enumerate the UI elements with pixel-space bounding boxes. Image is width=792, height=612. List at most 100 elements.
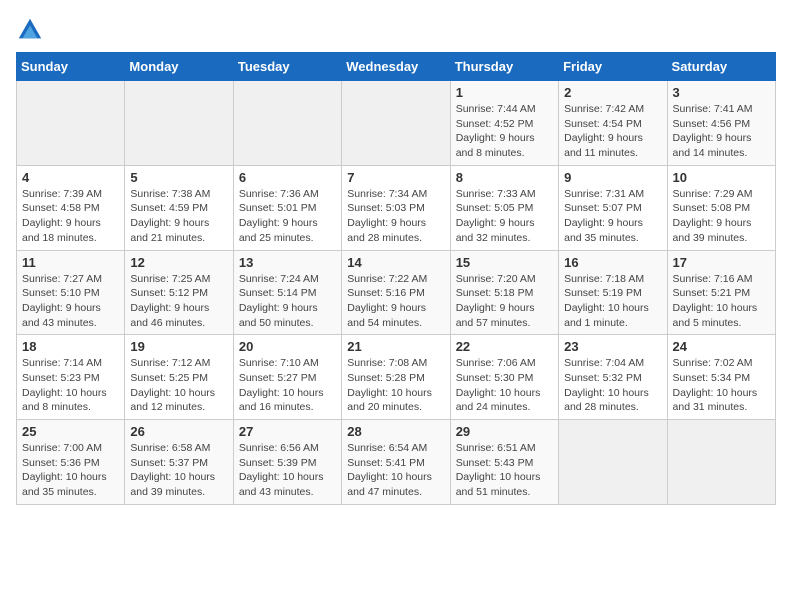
day-number: 1 xyxy=(456,85,553,100)
calendar-cell: 1 Sunrise: 7:44 AM Sunset: 4:52 PM Daylig… xyxy=(450,81,558,166)
day-info: Sunrise: 7:42 AM Sunset: 4:54 PM Dayligh… xyxy=(564,102,661,161)
day-number: 29 xyxy=(456,424,553,439)
day-info: Sunrise: 6:54 AM Sunset: 5:41 PM Dayligh… xyxy=(347,441,444,500)
day-info: Sunrise: 7:39 AM Sunset: 4:58 PM Dayligh… xyxy=(22,187,119,246)
calendar-cell: 29 Sunrise: 6:51 AM Sunset: 5:43 PM Dayli… xyxy=(450,420,558,505)
calendar-table: SundayMondayTuesdayWednesdayThursdayFrid… xyxy=(16,52,776,505)
day-number: 27 xyxy=(239,424,336,439)
calendar-cell: 15 Sunrise: 7:20 AM Sunset: 5:18 PM Dayli… xyxy=(450,250,558,335)
day-info: Sunrise: 7:34 AM Sunset: 5:03 PM Dayligh… xyxy=(347,187,444,246)
day-number: 6 xyxy=(239,170,336,185)
day-number: 15 xyxy=(456,255,553,270)
day-number: 13 xyxy=(239,255,336,270)
calendar-cell: 17Sunrise: 7:16 AM Sunset: 5:21 PM Dayli… xyxy=(667,250,775,335)
day-info: Sunrise: 7:38 AM Sunset: 4:59 PM Dayligh… xyxy=(130,187,227,246)
day-info: Sunrise: 7:18 AM Sunset: 5:19 PM Dayligh… xyxy=(564,272,661,331)
calendar-weekday-monday: Monday xyxy=(125,53,233,81)
day-number: 23 xyxy=(564,339,661,354)
calendar-weekday-sunday: Sunday xyxy=(17,53,125,81)
day-number: 16 xyxy=(564,255,661,270)
calendar-cell: 5 Sunrise: 7:38 AM Sunset: 4:59 PM Daylig… xyxy=(125,165,233,250)
day-info: Sunrise: 7:14 AM Sunset: 5:23 PM Dayligh… xyxy=(22,356,119,415)
day-number: 11 xyxy=(22,255,119,270)
day-number: 7 xyxy=(347,170,444,185)
day-number: 14 xyxy=(347,255,444,270)
day-info: Sunrise: 7:29 AM Sunset: 5:08 PM Dayligh… xyxy=(673,187,770,246)
calendar-weekday-saturday: Saturday xyxy=(667,53,775,81)
page-header xyxy=(16,16,776,44)
calendar-weekday-friday: Friday xyxy=(559,53,667,81)
day-info: Sunrise: 7:27 AM Sunset: 5:10 PM Dayligh… xyxy=(22,272,119,331)
calendar-cell: 2 Sunrise: 7:42 AM Sunset: 4:54 PM Daylig… xyxy=(559,81,667,166)
day-info: Sunrise: 7:31 AM Sunset: 5:07 PM Dayligh… xyxy=(564,187,661,246)
calendar-cell xyxy=(17,81,125,166)
day-info: Sunrise: 7:04 AM Sunset: 5:32 PM Dayligh… xyxy=(564,356,661,415)
calendar-weekday-thursday: Thursday xyxy=(450,53,558,81)
day-number: 9 xyxy=(564,170,661,185)
day-info: Sunrise: 7:20 AM Sunset: 5:18 PM Dayligh… xyxy=(456,272,553,331)
day-number: 18 xyxy=(22,339,119,354)
calendar-cell: 10 Sunrise: 7:29 AM Sunset: 5:08 PM Dayli… xyxy=(667,165,775,250)
calendar-cell: 23 Sunrise: 7:04 AM Sunset: 5:32 PM Dayli… xyxy=(559,335,667,420)
calendar-cell: 20 Sunrise: 7:10 AM Sunset: 5:27 PM Dayli… xyxy=(233,335,341,420)
calendar-week-row: 4 Sunrise: 7:39 AM Sunset: 4:58 PM Daylig… xyxy=(17,165,776,250)
calendar-cell: 3Sunrise: 7:41 AM Sunset: 4:56 PM Daylig… xyxy=(667,81,775,166)
calendar-cell: 11 Sunrise: 7:27 AM Sunset: 5:10 PM Dayli… xyxy=(17,250,125,335)
day-info: Sunrise: 7:22 AM Sunset: 5:16 PM Dayligh… xyxy=(347,272,444,331)
calendar-cell: 18 Sunrise: 7:14 AM Sunset: 5:23 PM Dayli… xyxy=(17,335,125,420)
day-info: Sunrise: 7:02 AM Sunset: 5:34 PM Dayligh… xyxy=(673,356,770,415)
day-info: Sunrise: 6:56 AM Sunset: 5:39 PM Dayligh… xyxy=(239,441,336,500)
day-info: Sunrise: 6:51 AM Sunset: 5:43 PM Dayligh… xyxy=(456,441,553,500)
calendar-week-row: 25 Sunrise: 7:00 AM Sunset: 5:36 PM Dayli… xyxy=(17,420,776,505)
day-info: Sunrise: 7:24 AM Sunset: 5:14 PM Dayligh… xyxy=(239,272,336,331)
day-info: Sunrise: 7:36 AM Sunset: 5:01 PM Dayligh… xyxy=(239,187,336,246)
day-number: 21 xyxy=(347,339,444,354)
day-info: Sunrise: 7:00 AM Sunset: 5:36 PM Dayligh… xyxy=(22,441,119,500)
calendar-week-row: 18 Sunrise: 7:14 AM Sunset: 5:23 PM Dayli… xyxy=(17,335,776,420)
logo-icon xyxy=(16,16,44,44)
day-info: Sunrise: 7:06 AM Sunset: 5:30 PM Dayligh… xyxy=(456,356,553,415)
day-info: Sunrise: 7:33 AM Sunset: 5:05 PM Dayligh… xyxy=(456,187,553,246)
day-number: 24 xyxy=(673,339,770,354)
calendar-cell xyxy=(559,420,667,505)
calendar-cell: 14 Sunrise: 7:22 AM Sunset: 5:16 PM Dayli… xyxy=(342,250,450,335)
calendar-cell xyxy=(233,81,341,166)
calendar-cell: 16 Sunrise: 7:18 AM Sunset: 5:19 PM Dayli… xyxy=(559,250,667,335)
day-number: 12 xyxy=(130,255,227,270)
day-number: 3 xyxy=(673,85,770,100)
calendar-week-row: 11 Sunrise: 7:27 AM Sunset: 5:10 PM Dayli… xyxy=(17,250,776,335)
day-info: Sunrise: 7:08 AM Sunset: 5:28 PM Dayligh… xyxy=(347,356,444,415)
day-number: 2 xyxy=(564,85,661,100)
calendar-cell: 4 Sunrise: 7:39 AM Sunset: 4:58 PM Daylig… xyxy=(17,165,125,250)
calendar-week-row: 1 Sunrise: 7:44 AM Sunset: 4:52 PM Daylig… xyxy=(17,81,776,166)
calendar-cell: 19Sunrise: 7:12 AM Sunset: 5:25 PM Dayli… xyxy=(125,335,233,420)
day-number: 10 xyxy=(673,170,770,185)
day-number: 8 xyxy=(456,170,553,185)
day-number: 5 xyxy=(130,170,227,185)
day-info: Sunrise: 7:44 AM Sunset: 4:52 PM Dayligh… xyxy=(456,102,553,161)
calendar-cell xyxy=(667,420,775,505)
calendar-cell: 6 Sunrise: 7:36 AM Sunset: 5:01 PM Daylig… xyxy=(233,165,341,250)
calendar-weekday-wednesday: Wednesday xyxy=(342,53,450,81)
day-number: 4 xyxy=(22,170,119,185)
day-number: 26 xyxy=(130,424,227,439)
day-number: 20 xyxy=(239,339,336,354)
day-info: Sunrise: 7:10 AM Sunset: 5:27 PM Dayligh… xyxy=(239,356,336,415)
calendar-cell xyxy=(125,81,233,166)
calendar-header-row: SundayMondayTuesdayWednesdayThursdayFrid… xyxy=(17,53,776,81)
logo xyxy=(16,16,48,44)
day-number: 25 xyxy=(22,424,119,439)
day-info: Sunrise: 6:58 AM Sunset: 5:37 PM Dayligh… xyxy=(130,441,227,500)
calendar-cell: 12 Sunrise: 7:25 AM Sunset: 5:12 PM Dayli… xyxy=(125,250,233,335)
day-number: 28 xyxy=(347,424,444,439)
calendar-cell: 25 Sunrise: 7:00 AM Sunset: 5:36 PM Dayli… xyxy=(17,420,125,505)
day-info: Sunrise: 7:25 AM Sunset: 5:12 PM Dayligh… xyxy=(130,272,227,331)
calendar-weekday-tuesday: Tuesday xyxy=(233,53,341,81)
calendar-cell: 26 Sunrise: 6:58 AM Sunset: 5:37 PM Dayli… xyxy=(125,420,233,505)
day-number: 19 xyxy=(130,339,227,354)
calendar-cell: 13 Sunrise: 7:24 AM Sunset: 5:14 PM Dayli… xyxy=(233,250,341,335)
calendar-cell: 24 Sunrise: 7:02 AM Sunset: 5:34 PM Dayli… xyxy=(667,335,775,420)
calendar-cell xyxy=(342,81,450,166)
calendar-cell: 8 Sunrise: 7:33 AM Sunset: 5:05 PM Daylig… xyxy=(450,165,558,250)
calendar-cell: 9 Sunrise: 7:31 AM Sunset: 5:07 PM Daylig… xyxy=(559,165,667,250)
